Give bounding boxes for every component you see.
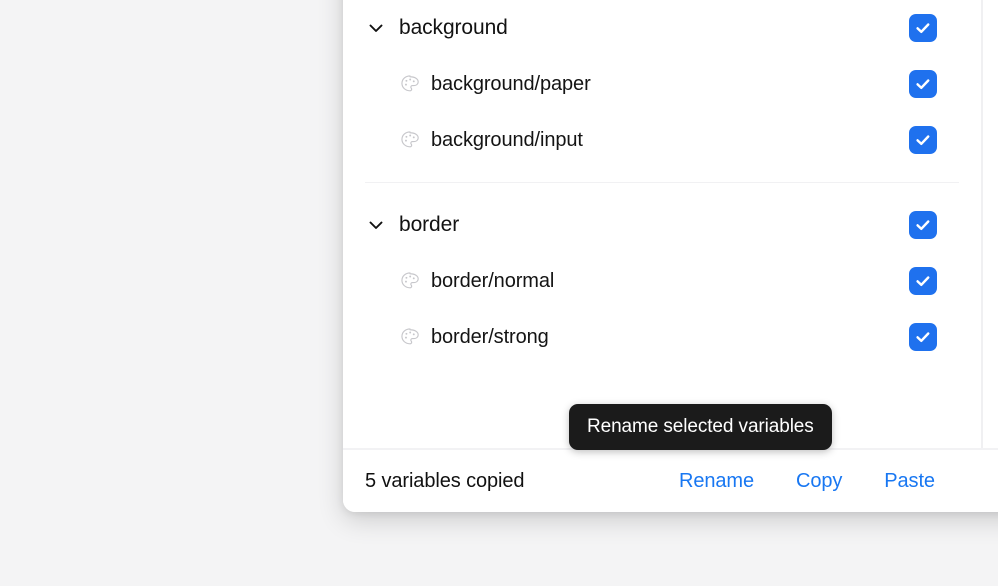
variable-checkbox[interactable] xyxy=(909,70,937,98)
footer-actions: Rename Copy Paste xyxy=(679,470,935,493)
variable-label: border/normal xyxy=(431,269,555,292)
variable-row[interactable]: border/normal xyxy=(343,253,981,309)
variable-checkbox[interactable] xyxy=(909,14,937,42)
rename-button[interactable]: Rename xyxy=(679,470,754,493)
section-divider xyxy=(365,182,959,183)
variable-row[interactable]: background/paper xyxy=(343,56,981,112)
chevron-down-icon[interactable] xyxy=(365,17,387,39)
variable-group-label: border xyxy=(399,213,460,236)
variable-checkbox[interactable] xyxy=(909,323,937,351)
variable-row[interactable]: background/input xyxy=(343,112,981,168)
panel-footer: 5 variables copied Rename Copy Paste xyxy=(343,448,998,512)
status-text: 5 variables copied xyxy=(365,469,525,492)
variable-group-row[interactable]: border xyxy=(343,197,981,253)
chevron-down-icon[interactable] xyxy=(365,214,387,236)
variable-checkbox[interactable] xyxy=(909,211,937,239)
tooltip-label: Rename selected variables xyxy=(587,416,814,437)
copy-button[interactable]: Copy xyxy=(796,470,842,493)
palette-icon xyxy=(399,129,421,151)
variable-checkbox[interactable] xyxy=(909,267,937,295)
variable-row[interactable]: border/strong xyxy=(343,309,981,365)
paste-button[interactable]: Paste xyxy=(884,470,935,493)
tooltip: Rename selected variables xyxy=(569,404,832,450)
variable-list: background background/paper background/i… xyxy=(343,0,981,448)
variable-group-row[interactable]: background xyxy=(343,0,981,56)
palette-icon xyxy=(399,73,421,95)
variable-label: border/strong xyxy=(431,325,549,348)
palette-icon xyxy=(399,326,421,348)
variable-label: background/paper xyxy=(431,72,591,95)
variable-group-label: background xyxy=(399,16,508,39)
variable-label: background/input xyxy=(431,128,583,151)
palette-icon xyxy=(399,270,421,292)
variable-checkbox[interactable] xyxy=(909,126,937,154)
column-divider xyxy=(981,0,983,448)
